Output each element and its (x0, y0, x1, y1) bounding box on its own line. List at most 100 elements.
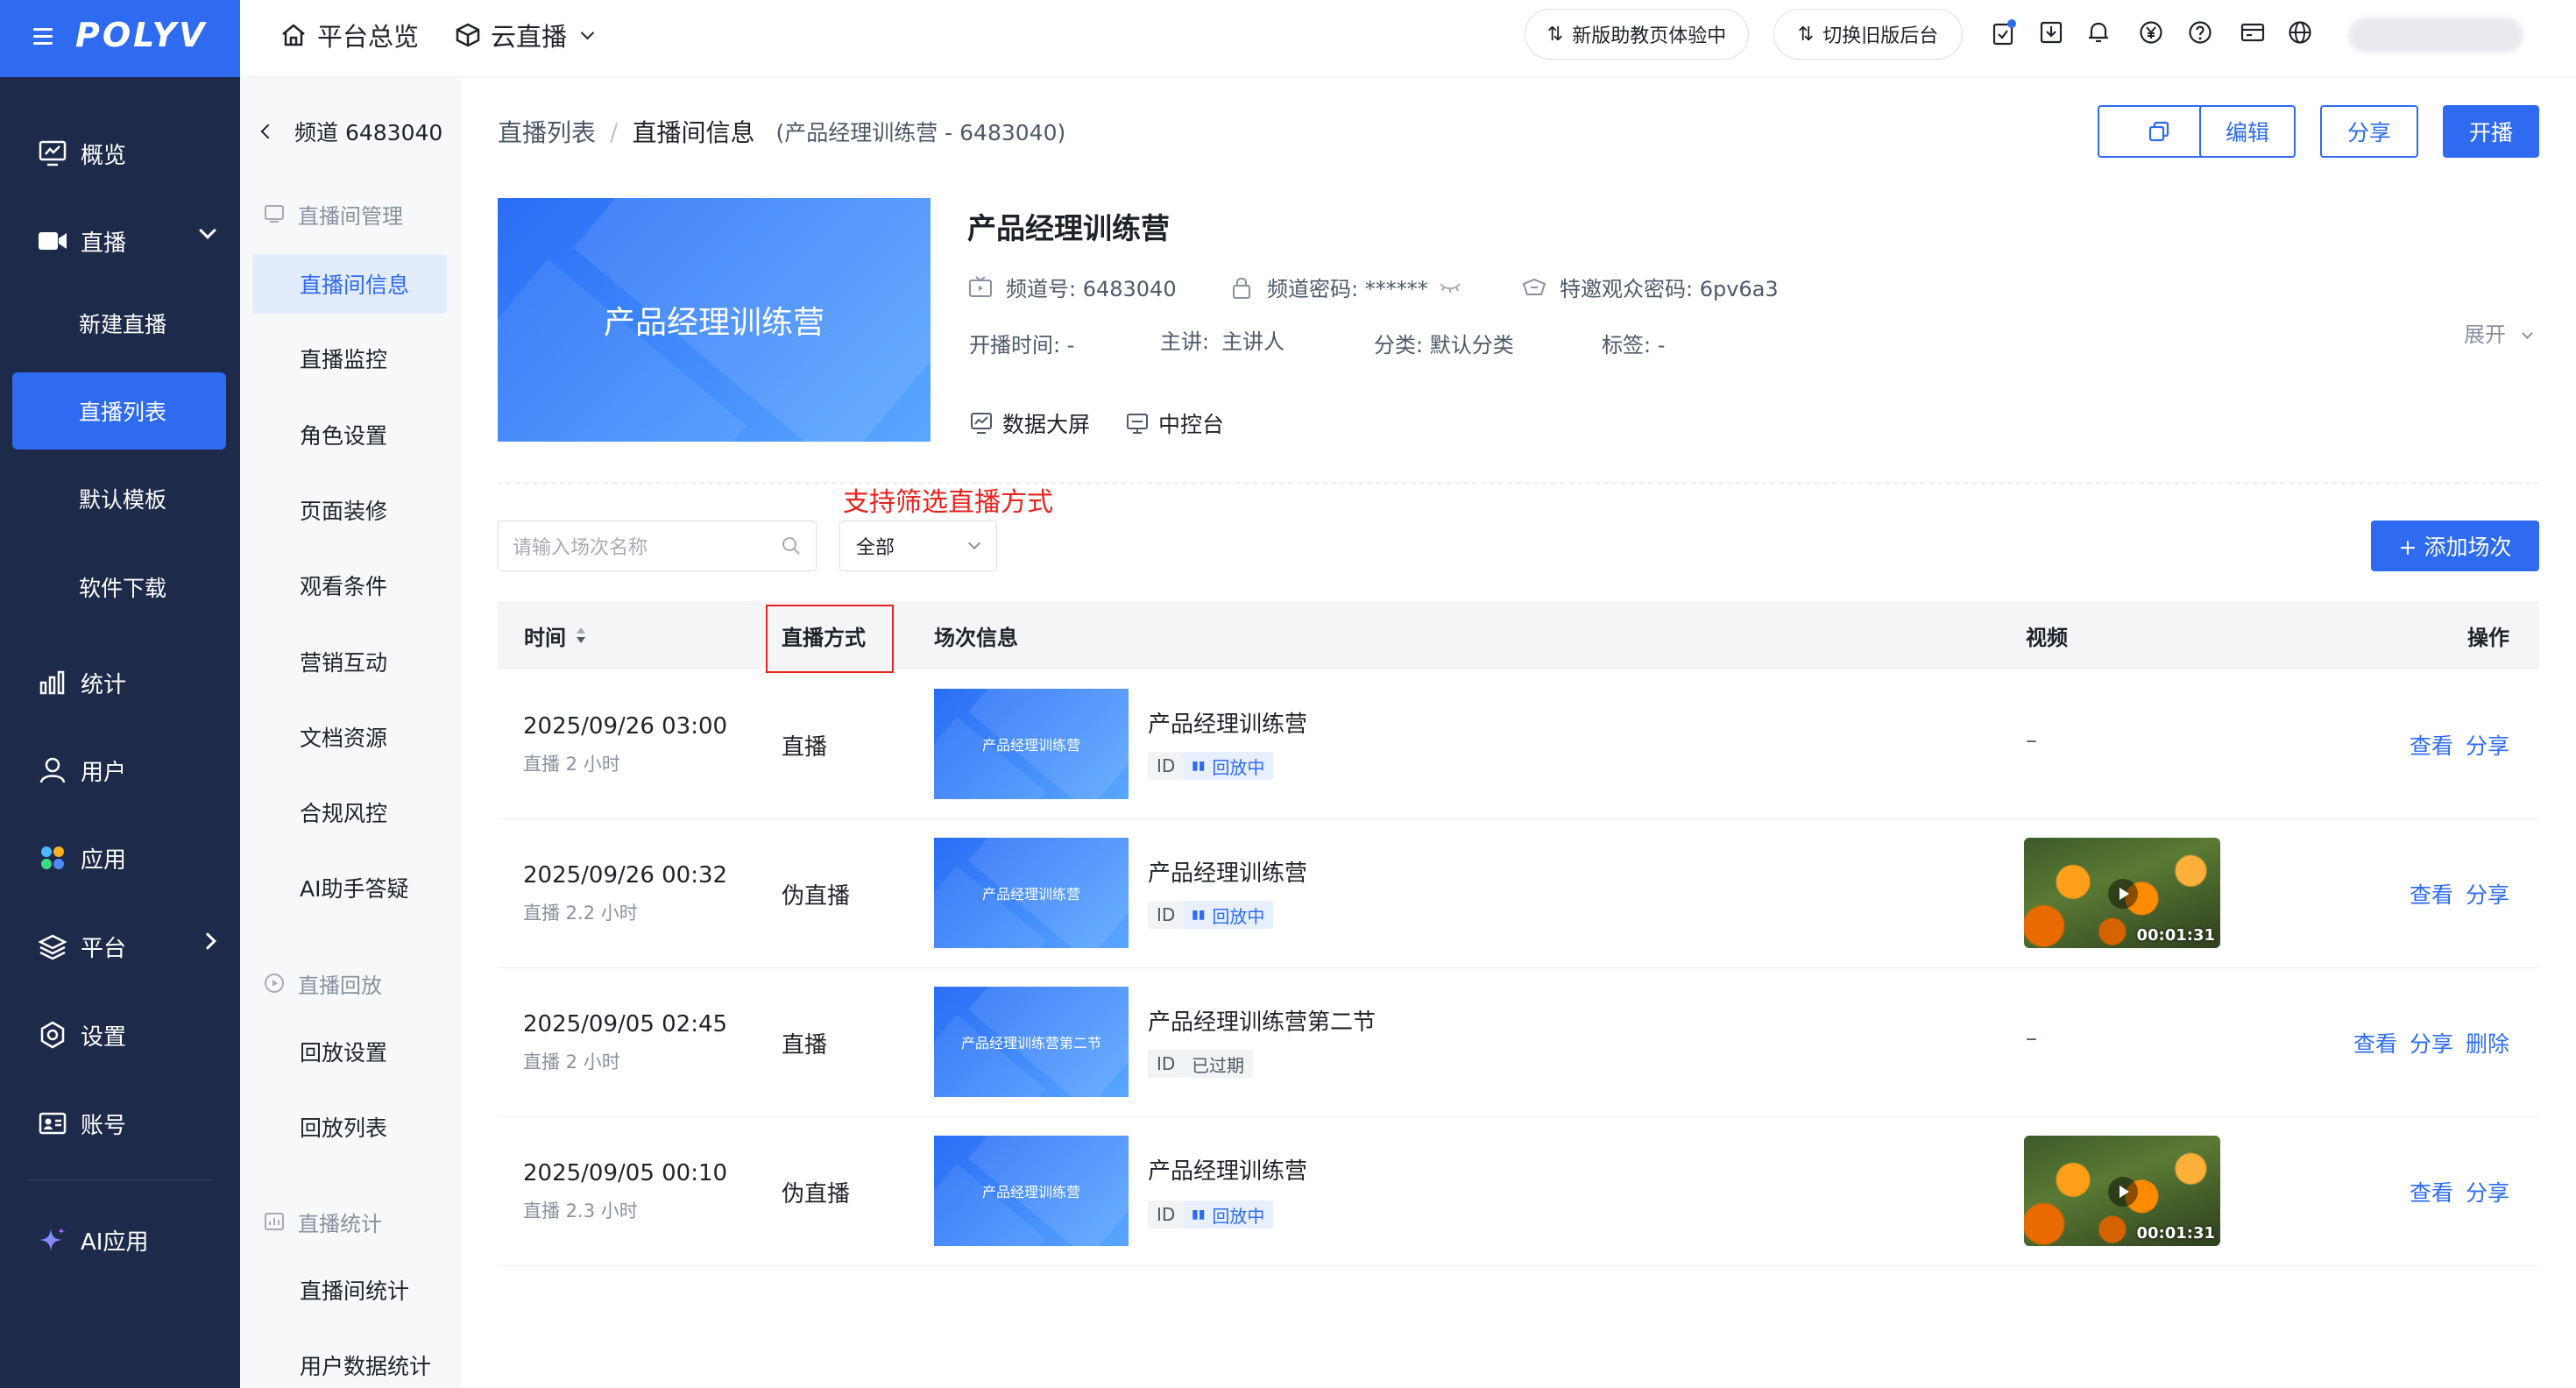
session-live-mode: 直播 (782, 734, 828, 761)
channel-back-link[interactable]: 频道 6483040 (258, 112, 442, 151)
nav-item-platform[interactable]: 平台 (0, 907, 240, 986)
subnav-watch-conditions[interactable]: 观看条件 (300, 568, 387, 603)
cover-text: 产品经理训练营第二节 (960, 1035, 1101, 1052)
new-assistant-page-button[interactable]: ⇅ 新版助教页体验中 (1525, 9, 1749, 60)
edit-button[interactable]: 编辑 (2199, 105, 2296, 158)
logo: POLYV (75, 16, 208, 54)
expand-toggle[interactable]: 展开 (2464, 317, 2533, 348)
replay-icon (263, 972, 286, 995)
id-tag[interactable]: ID (1148, 901, 1185, 929)
gear-icon (37, 1019, 68, 1051)
session-date: 2025/09/05 02:45 (523, 1011, 728, 1037)
sort-icon[interactable] (575, 626, 587, 645)
user-account-menu[interactable] (2348, 18, 2523, 53)
id-tag[interactable]: ID (1148, 1050, 1185, 1078)
control-panel-link[interactable]: 中控台 (1125, 407, 1224, 439)
subnav-page-decoration[interactable]: 页面装修 (300, 492, 387, 528)
nav-sub-live-list[interactable]: 直播列表 (12, 372, 226, 450)
bar-chart-icon (37, 667, 68, 698)
start-live-button[interactable]: 开播 (2443, 105, 2539, 158)
share-link[interactable]: 分享 (2466, 878, 2509, 910)
session-duration: 直播 2.3 小时 (523, 1200, 638, 1222)
download-icon[interactable] (2038, 19, 2064, 46)
subnav-replay-settings[interactable]: 回放设置 (300, 1034, 387, 1069)
session-duration: 直播 2.2 小时 (523, 903, 638, 924)
control-panel-label: 中控台 (1158, 412, 1225, 437)
data-screen-link[interactable]: 数据大屏 (969, 407, 1090, 439)
sparkle-icon (37, 1224, 68, 1256)
tab-cloud-live[interactable]: 云直播 (456, 0, 595, 70)
view-link[interactable]: 查看 (2410, 729, 2453, 761)
group-label: 直播回放 (298, 973, 382, 998)
id-tag[interactable]: ID (1148, 752, 1185, 780)
subnav-compliance[interactable]: 合规风控 (300, 795, 387, 830)
nav-item-apps[interactable]: 应用 (0, 818, 240, 897)
yuan-icon[interactable] (2138, 19, 2164, 46)
row-divider (498, 967, 2539, 968)
status-text: 回放中 (1212, 905, 1265, 927)
nav-item-overview[interactable]: 概览 (0, 114, 240, 193)
help-icon[interactable] (2187, 19, 2213, 46)
subnav-roles[interactable]: 角色设置 (300, 417, 387, 452)
bell-icon[interactable] (2085, 19, 2112, 46)
session-date: 2025/09/26 00:32 (523, 862, 728, 889)
subnav-monitor[interactable]: 直播监控 (300, 341, 387, 376)
view-link[interactable]: 查看 (2353, 1027, 2397, 1059)
play-icon[interactable] (2108, 1177, 2138, 1207)
view-link[interactable]: 查看 (2410, 878, 2453, 910)
nav-item-live[interactable]: 直播 (0, 202, 240, 280)
share-link[interactable]: 分享 (2466, 729, 2509, 761)
play-icon[interactable] (2108, 879, 2138, 909)
column-header-video: 视频 (2026, 625, 2068, 650)
video-thumbnail[interactable]: 00:01:31 (2024, 838, 2220, 948)
subnav-replay-list[interactable]: 回放列表 (300, 1109, 387, 1144)
tab-platform-overview[interactable]: 平台总览 (280, 0, 419, 70)
video-thumbnail[interactable]: 00:01:31 (2024, 1136, 2220, 1246)
nav-label: 概览 (81, 142, 127, 169)
row-divider (498, 1116, 2539, 1117)
column-header-time[interactable]: 时间 (524, 601, 587, 669)
task-icon[interactable] (1991, 19, 2017, 46)
subnav-ai-assistant[interactable]: AI助手答疑 (300, 870, 408, 905)
cover-text: 产品经理训练营 (981, 886, 1080, 903)
expand-label: 展开 (2464, 322, 2506, 347)
subnav-user-data-stats[interactable]: 用户数据统计 (300, 1348, 431, 1383)
subnav-documents[interactable]: 文档资源 (300, 719, 387, 754)
delete-link[interactable]: 删除 (2466, 1027, 2509, 1059)
nav-sub-new-live[interactable]: 新建直播 (0, 285, 240, 362)
subnav-room-stats[interactable]: 直播间统计 (300, 1272, 409, 1307)
breadcrumb-parent[interactable]: 直播列表 (498, 114, 596, 149)
menu-icon[interactable] (33, 24, 54, 46)
subnav-marketing[interactable]: 营销互动 (300, 644, 387, 679)
eye-closed-icon[interactable] (1439, 280, 1461, 294)
nav-sub-default-template[interactable]: 默认模板 (0, 460, 240, 537)
session-search-input[interactable]: 请输入场次名称 (498, 520, 817, 571)
search-icon[interactable] (781, 535, 802, 562)
globe-icon[interactable] (2287, 19, 2313, 46)
nav-item-stats[interactable]: 统计 (0, 643, 240, 722)
session-title: 产品经理训练营 (1148, 860, 1308, 887)
channel-number: 频道号: 6483040 (967, 272, 1177, 302)
nav-item-ai-apps[interactable]: AI应用 (0, 1200, 240, 1279)
share-button[interactable]: 分享 (2320, 105, 2418, 158)
card-icon[interactable] (2240, 19, 2266, 46)
nav-sub-software-download[interactable]: 软件下载 (0, 549, 240, 626)
share-link[interactable]: 分享 (2410, 1027, 2453, 1059)
channel-number-text: 频道号: 6483040 (1006, 277, 1177, 301)
nav-item-settings[interactable]: 设置 (0, 995, 240, 1074)
session-title: 产品经理训练营 (1148, 712, 1308, 738)
nav-item-users[interactable]: 用户 (0, 731, 240, 810)
nav-item-account[interactable]: 账号 (0, 1084, 240, 1163)
live-mode-select[interactable]: 全部 (839, 520, 997, 571)
switch-old-version-button[interactable]: ⇅ 切换旧版后台 (1773, 9, 1963, 60)
id-tag[interactable]: ID (1148, 1200, 1185, 1229)
session-cover-image: 产品经理训练营 (934, 689, 1129, 799)
select-value: 全部 (856, 537, 895, 559)
group-label: 直播统计 (298, 1211, 382, 1236)
group-label: 直播间管理 (298, 203, 403, 229)
subnav-room-info[interactable]: 直播间信息 (300, 266, 409, 301)
session-duration: 直播 2 小时 (523, 754, 620, 775)
view-link[interactable]: 查看 (2410, 1176, 2453, 1207)
add-session-button[interactable]: + 添加场次 (2371, 520, 2539, 571)
share-link[interactable]: 分享 (2466, 1176, 2509, 1207)
